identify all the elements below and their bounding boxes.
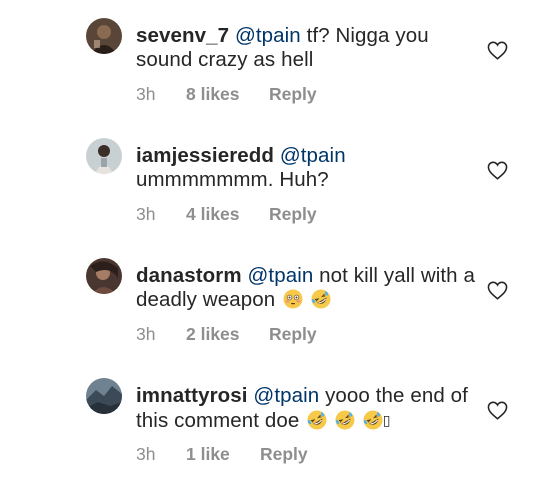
comment-username[interactable]: danastorm bbox=[136, 264, 242, 287]
rolling-on-floor-laughing-emoji bbox=[307, 410, 327, 430]
comment-text: danastorm @tpain not kill yall with a de… bbox=[136, 264, 476, 312]
comment-username[interactable]: imnattyrosi bbox=[136, 384, 248, 407]
comment-item: iamjessieredd @tpain ummmmmmm. Huh? 3h 4… bbox=[0, 120, 540, 240]
rolling-on-floor-laughing-emoji bbox=[311, 289, 331, 309]
comment-text: imnattyrosi @tpain yooo the end of this … bbox=[136, 384, 476, 433]
comment-time: 3h bbox=[136, 84, 156, 104]
missing-glyph: ▯ bbox=[382, 412, 391, 428]
avatar[interactable] bbox=[86, 138, 122, 174]
comment-mention[interactable]: @tpain bbox=[248, 264, 314, 287]
comment-text: sevenv_7 @tpain tf? Nigga you sound craz… bbox=[136, 24, 476, 72]
avatar[interactable] bbox=[86, 378, 122, 414]
heart-outline-icon[interactable] bbox=[487, 401, 508, 420]
comment-item: imnattyrosi @tpain yooo the end of this … bbox=[0, 360, 540, 480]
comment-likes-count[interactable]: 2 likes bbox=[186, 324, 240, 344]
avatar[interactable] bbox=[86, 18, 122, 54]
comment-time: 3h bbox=[136, 324, 156, 344]
avatar[interactable] bbox=[86, 258, 122, 294]
comment-body: ummmmmmm. Huh? bbox=[136, 168, 329, 191]
comment-item: sevenv_7 @tpain tf? Nigga you sound craz… bbox=[0, 0, 540, 120]
comment-username[interactable]: sevenv_7 bbox=[136, 24, 229, 47]
comment-mention[interactable]: @tpain bbox=[253, 384, 319, 407]
heart-outline-icon[interactable] bbox=[487, 161, 508, 180]
rolling-on-floor-laughing-emoji bbox=[335, 410, 355, 430]
heart-outline-icon[interactable] bbox=[487, 281, 508, 300]
comment-likes-count[interactable]: 4 likes bbox=[186, 204, 240, 224]
rolling-on-floor-laughing-emoji bbox=[363, 410, 383, 430]
comment-time: 3h bbox=[136, 204, 156, 224]
reply-button[interactable]: Reply bbox=[269, 204, 317, 224]
comment-username[interactable]: iamjessieredd bbox=[136, 144, 274, 167]
reply-button[interactable]: Reply bbox=[260, 444, 308, 464]
reply-button[interactable]: Reply bbox=[269, 84, 317, 104]
comment-likes-count[interactable]: 8 likes bbox=[186, 84, 240, 104]
comment-likes-count[interactable]: 1 like bbox=[186, 444, 230, 464]
heart-outline-icon[interactable] bbox=[487, 41, 508, 60]
comment-mention[interactable]: @tpain bbox=[280, 144, 346, 167]
comment-time: 3h bbox=[136, 444, 156, 464]
comment-text: iamjessieredd @tpain ummmmmmm. Huh? bbox=[136, 144, 476, 192]
reply-button[interactable]: Reply bbox=[269, 324, 317, 344]
flushed-face-emoji bbox=[283, 289, 303, 309]
comment-mention[interactable]: @tpain bbox=[235, 24, 301, 47]
comment-item: danastorm @tpain not kill yall with a de… bbox=[0, 240, 540, 360]
